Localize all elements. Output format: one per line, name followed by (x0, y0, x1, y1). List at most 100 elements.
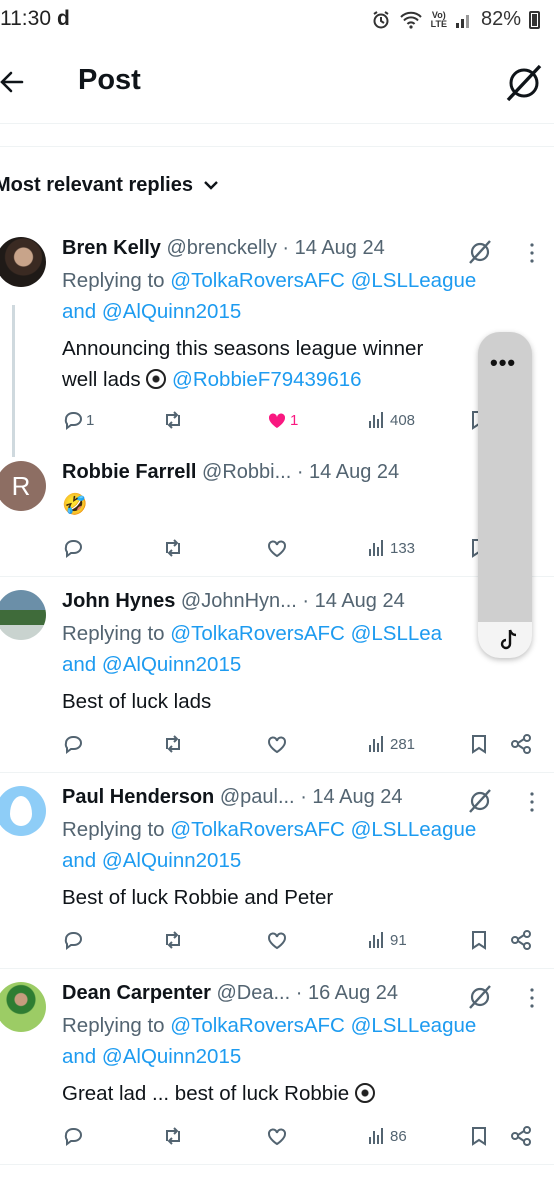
like-count: 1 (290, 411, 299, 429)
battery-percent: 82% (480, 8, 521, 30)
author-handle[interactable]: @paul... (220, 786, 295, 808)
more-options-icon[interactable] (524, 984, 540, 1012)
share-button[interactable] (510, 1125, 532, 1147)
views-icon (369, 412, 383, 428)
mention-link[interactable]: @LSLLeague (351, 1014, 477, 1037)
post-date[interactable]: · 16 Aug 24 (296, 982, 398, 1004)
grok-icon[interactable] (466, 237, 494, 265)
author-handle[interactable]: @JohnHyn... (181, 590, 297, 612)
like-button[interactable] (266, 733, 288, 755)
views-count: 408 (390, 411, 416, 429)
avatar[interactable] (0, 237, 46, 287)
more-options-icon[interactable] (524, 788, 540, 816)
reply-text: Great lad ... best of luck Robbie (62, 1082, 375, 1106)
replying-to-line: Replying to @TolkaRoversAFC @LSLLea (62, 622, 442, 646)
reply-item[interactable]: Bren Kelly @brenckelly · 14 Aug 24 Reply… (0, 237, 554, 445)
reply-icon (64, 1128, 82, 1146)
reply-sort-dropdown[interactable]: Most relevant replies (0, 162, 219, 208)
author-handle[interactable]: @brenckelly (167, 237, 277, 259)
replying-to-line: Replying to @TolkaRoversAFC @LSLLeague (62, 1014, 476, 1038)
grok-icon[interactable] (466, 982, 494, 1010)
share-button[interactable] (510, 733, 532, 755)
author-handle[interactable]: @Dea... (217, 982, 291, 1004)
action-bar: 1 1 408 (62, 409, 542, 437)
tiktok-icon[interactable] (498, 628, 520, 652)
mention-link[interactable]: @LSLLea (351, 622, 443, 645)
repost-button[interactable] (162, 1125, 184, 1147)
reply-item[interactable]: Paul Henderson @paul... · 14 Aug 24 Repl… (0, 786, 554, 969)
mention-link[interactable]: @LSLLeague (351, 269, 477, 292)
like-button[interactable] (266, 1125, 288, 1147)
bookmark-button[interactable] (468, 733, 490, 755)
reply-item[interactable]: Dean Carpenter @Dea... · 16 Aug 24 Reply… (0, 982, 554, 1165)
mention-link[interactable]: @TolkaRoversAFC (170, 622, 345, 645)
views-button[interactable]: 86 (366, 1125, 407, 1147)
reply-button[interactable] (62, 929, 84, 951)
avatar[interactable] (0, 982, 46, 1032)
grok-icon[interactable] (504, 60, 544, 104)
views-button[interactable]: 91 (366, 929, 407, 951)
reply-item[interactable]: John Hynes @JohnHyn... · 14 Aug 24 Reply… (0, 590, 554, 773)
like-button[interactable]: 1 (266, 409, 298, 431)
views-count: 133 (390, 539, 416, 557)
mention-link[interactable]: @TolkaRoversAFC (170, 818, 345, 841)
views-button[interactable]: 408 (366, 409, 415, 431)
reply-text-line: Great lad ... best of luck Robbie (62, 1082, 350, 1105)
more-options-icon[interactable] (524, 239, 540, 267)
avatar[interactable] (0, 590, 46, 640)
post-date[interactable]: · 14 Aug 24 (300, 786, 402, 808)
author-name[interactable]: Robbie Farrell (62, 461, 196, 483)
app-header: Post (0, 42, 554, 124)
floating-panel-footer[interactable] (478, 622, 532, 658)
author-name[interactable]: Bren Kelly (62, 237, 161, 259)
mention-link[interactable]: @TolkaRoversAFC (170, 1014, 345, 1037)
views-button[interactable]: 133 (366, 537, 415, 559)
post-date[interactable]: · 14 Aug 24 (282, 237, 384, 259)
repost-button[interactable] (162, 409, 184, 431)
mention-link[interactable]: @AlQuinn2015 (102, 849, 241, 872)
bookmark-icon (472, 1127, 486, 1146)
soccer-ball-icon (354, 1083, 375, 1103)
avatar[interactable] (0, 786, 46, 836)
mention-link[interactable]: @AlQuinn2015 (102, 1045, 241, 1068)
reply-button[interactable] (62, 1125, 84, 1147)
author-name[interactable]: Paul Henderson (62, 786, 214, 808)
avatar[interactable]: R (0, 461, 46, 511)
mention-link[interactable]: @AlQuinn2015 (102, 300, 241, 323)
arrow-left-icon[interactable] (0, 62, 28, 102)
mention-link[interactable]: @TolkaRoversAFC (170, 269, 345, 292)
bookmark-button[interactable] (468, 1125, 490, 1147)
reply-button[interactable]: 1 (62, 409, 94, 431)
repost-icon (166, 539, 180, 557)
reply-item[interactable]: R Robbie Farrell @Robbi... · 14 Aug 24 🤣… (0, 461, 554, 577)
views-button[interactable]: 281 (366, 733, 415, 755)
repost-button[interactable] (162, 929, 184, 951)
repost-button[interactable] (162, 733, 184, 755)
action-bar: 91 (62, 929, 542, 957)
reply-icon (64, 540, 82, 558)
more-dots-icon[interactable]: ••• (490, 350, 516, 376)
floating-side-panel[interactable]: ••• (478, 332, 532, 658)
author-name[interactable]: John Hynes (62, 590, 175, 612)
mention-link[interactable]: @RobbieF79439616 (172, 368, 362, 391)
repost-button[interactable] (162, 537, 184, 559)
post-date[interactable]: · 14 Aug 24 (302, 590, 404, 612)
share-button[interactable] (510, 929, 532, 951)
post-date[interactable]: · 14 Aug 24 (297, 461, 399, 483)
bookmark-button[interactable] (468, 929, 490, 951)
reply-button[interactable] (62, 733, 84, 755)
reply-text: Best of luck lads (62, 690, 211, 714)
mention-link[interactable]: @LSLLeague (351, 818, 477, 841)
like-button[interactable] (266, 929, 288, 951)
reply-button[interactable] (62, 537, 84, 559)
author-name[interactable]: Dean Carpenter (62, 982, 211, 1004)
repost-icon (166, 1127, 180, 1145)
like-button[interactable] (266, 537, 288, 559)
reply-emoji: 🤣 (62, 493, 88, 516)
grok-icon[interactable] (466, 786, 494, 814)
replying-and: and (62, 1045, 102, 1068)
author-handle[interactable]: @Robbi... (202, 461, 291, 483)
replying-and: and (62, 849, 102, 872)
views-icon (369, 932, 383, 948)
mention-link[interactable]: @AlQuinn2015 (102, 653, 241, 676)
